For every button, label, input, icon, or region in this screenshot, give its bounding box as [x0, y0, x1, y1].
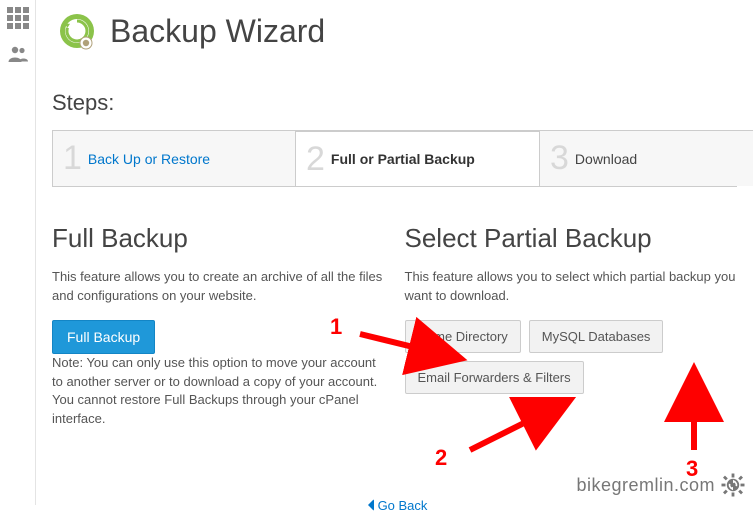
- gear-icon: [721, 473, 745, 497]
- steps-heading: Steps:: [52, 90, 737, 116]
- watermark-text: bikegremlin.com: [576, 475, 715, 496]
- mysql-databases-button[interactable]: MySQL Databases: [529, 320, 664, 353]
- watermark: bikegremlin.com: [576, 473, 745, 497]
- partial-backup-desc: This feature allows you to select which …: [405, 268, 738, 306]
- step-label: Back Up or Restore: [88, 151, 210, 167]
- step-number: 2: [302, 140, 325, 179]
- annotation-number-1: 1: [330, 314, 342, 340]
- full-backup-button[interactable]: Full Backup: [52, 320, 155, 354]
- columns: Full Backup This feature allows you to c…: [52, 223, 737, 443]
- main-content: Backup Wizard Steps: 1 Back Up or Restor…: [36, 0, 753, 513]
- step-label: Full or Partial Backup: [331, 151, 475, 167]
- step-number: 1: [59, 139, 82, 178]
- step-2-full-or-partial[interactable]: 2 Full or Partial Backup: [296, 130, 540, 186]
- page-title-text: Backup Wizard: [110, 13, 325, 50]
- users-icon[interactable]: [0, 36, 36, 72]
- step-3-download[interactable]: 3 Download: [540, 130, 753, 186]
- step-1-backup-or-restore[interactable]: 1 Back Up or Restore: [52, 130, 296, 186]
- partial-backup-column: Select Partial Backup This feature allow…: [405, 223, 738, 443]
- full-backup-desc: This feature allows you to create an arc…: [52, 268, 385, 306]
- step-number: 3: [546, 139, 569, 178]
- go-back-row: Go Back: [52, 497, 737, 513]
- email-forwarders-filters-button[interactable]: Email Forwarders & Filters: [405, 361, 584, 394]
- steps-tabs: 1 Back Up or Restore 2 Full or Partial B…: [52, 130, 737, 187]
- apps-grid-icon[interactable]: [0, 0, 36, 36]
- partial-backup-buttons: Home Directory MySQL Databases Email For…: [405, 320, 738, 394]
- backup-wizard-icon: [58, 12, 96, 50]
- page-title: Backup Wizard: [58, 12, 737, 50]
- annotation-number-2: 2: [435, 445, 447, 471]
- step-label: Download: [575, 151, 637, 167]
- partial-backup-heading: Select Partial Backup: [405, 223, 738, 254]
- home-directory-button[interactable]: Home Directory: [405, 320, 521, 353]
- go-back-link[interactable]: Go Back: [362, 498, 428, 513]
- full-backup-note: Note: You can only use this option to mo…: [52, 354, 385, 429]
- full-backup-heading: Full Backup: [52, 223, 385, 254]
- sidebar: [0, 0, 36, 505]
